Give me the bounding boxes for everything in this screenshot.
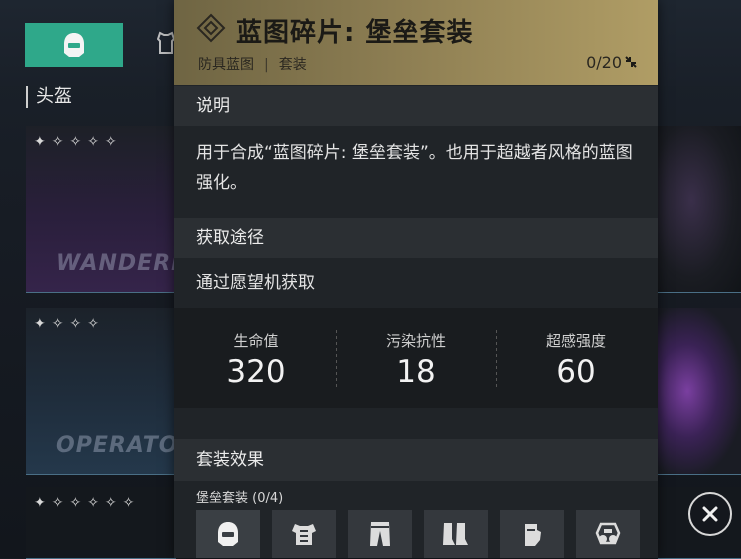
stat-label: 污染抗性 — [385, 332, 446, 350]
source-text: 通过愿望机获取 — [196, 273, 315, 293]
rarity-stars: ✦✧✧✧✧✧ — [34, 495, 141, 511]
set-slot-boots[interactable] — [424, 510, 488, 558]
tag-type: 防具蓝图 — [198, 57, 254, 73]
tab-armor[interactable] — [156, 28, 176, 58]
boots-icon — [443, 523, 468, 545]
helmet-icon — [218, 522, 238, 546]
popup-header: 蓝图碎片: 堡垒套装 防具蓝图 | 套装 0/20 — [174, 0, 658, 85]
item-card[interactable]: ✦✧✧✧✧ WANDERE — [26, 126, 176, 293]
rarity-stars: ✦✧✧✧ — [34, 316, 105, 332]
helmet-icon — [64, 33, 84, 57]
tab-helmet[interactable] — [25, 23, 123, 67]
set-slot-mask[interactable] — [576, 510, 640, 558]
description-text: 用于合成“蓝图碎片: 堡垒套装”。也用于超越者风格的蓝图强化。 — [196, 143, 633, 193]
item-card[interactable]: ✦✧✧✧✧✧ — [26, 487, 176, 559]
stat-value: 18 — [396, 354, 436, 390]
tag-category: 套装 — [278, 57, 307, 73]
brand-watermark: OPERATO — [56, 433, 176, 458]
stats-panel: 生命值 320 污染抗性 18 超感强度 60 — [174, 308, 658, 408]
close-icon — [702, 506, 718, 522]
stat-pollution-resist: 污染抗性 18 — [336, 308, 496, 408]
section-label-helmet: 头盔 — [26, 86, 72, 108]
set-effect-heading: 套装效果 — [174, 439, 658, 481]
stat-label: 超感强度 — [545, 332, 606, 350]
item-title: 蓝图碎片: 堡垒套装 — [236, 18, 474, 48]
item-card-preview[interactable] — [658, 126, 741, 293]
armor-icon — [157, 31, 175, 54]
close-button[interactable] — [688, 492, 732, 536]
stat-label: 生命值 — [233, 332, 279, 350]
stat-value: 60 — [556, 354, 596, 390]
mask-icon — [595, 522, 621, 545]
set-slot-armor[interactable] — [272, 510, 336, 558]
source-heading: 获取途径 — [174, 218, 658, 258]
blueprint-icon — [196, 13, 226, 43]
item-detail-popup: 蓝图碎片: 堡垒套装 防具蓝图 | 套装 0/20 说明 用于合成“蓝图碎片: 堡垒… — [174, 0, 658, 558]
item-card[interactable]: ✦✧✧✧ OPERATO — [26, 308, 176, 475]
set-progress: 堡垒套装 (0/4) — [196, 491, 284, 506]
item-tags: 防具蓝图 | 套装 — [198, 57, 307, 73]
armor-icon — [292, 524, 316, 545]
item-card-preview[interactable] — [658, 308, 741, 475]
item-count: 0/20 — [586, 53, 622, 72]
gloves-icon — [525, 524, 541, 546]
stat-value: 320 — [226, 354, 286, 390]
set-slot-gloves[interactable] — [500, 510, 564, 558]
rarity-stars: ✦✧✧✧✧ — [34, 134, 123, 150]
pants-icon — [370, 522, 390, 546]
description-heading: 说明 — [174, 86, 658, 126]
set-slot-helmet[interactable] — [196, 510, 260, 558]
stat-psi-intensity: 超感强度 60 — [496, 308, 656, 408]
stat-hp: 生命值 320 — [176, 308, 336, 408]
expand-icon[interactable] — [624, 55, 638, 69]
brand-watermark: WANDERE — [56, 251, 176, 276]
set-slot-pants[interactable] — [348, 510, 412, 558]
